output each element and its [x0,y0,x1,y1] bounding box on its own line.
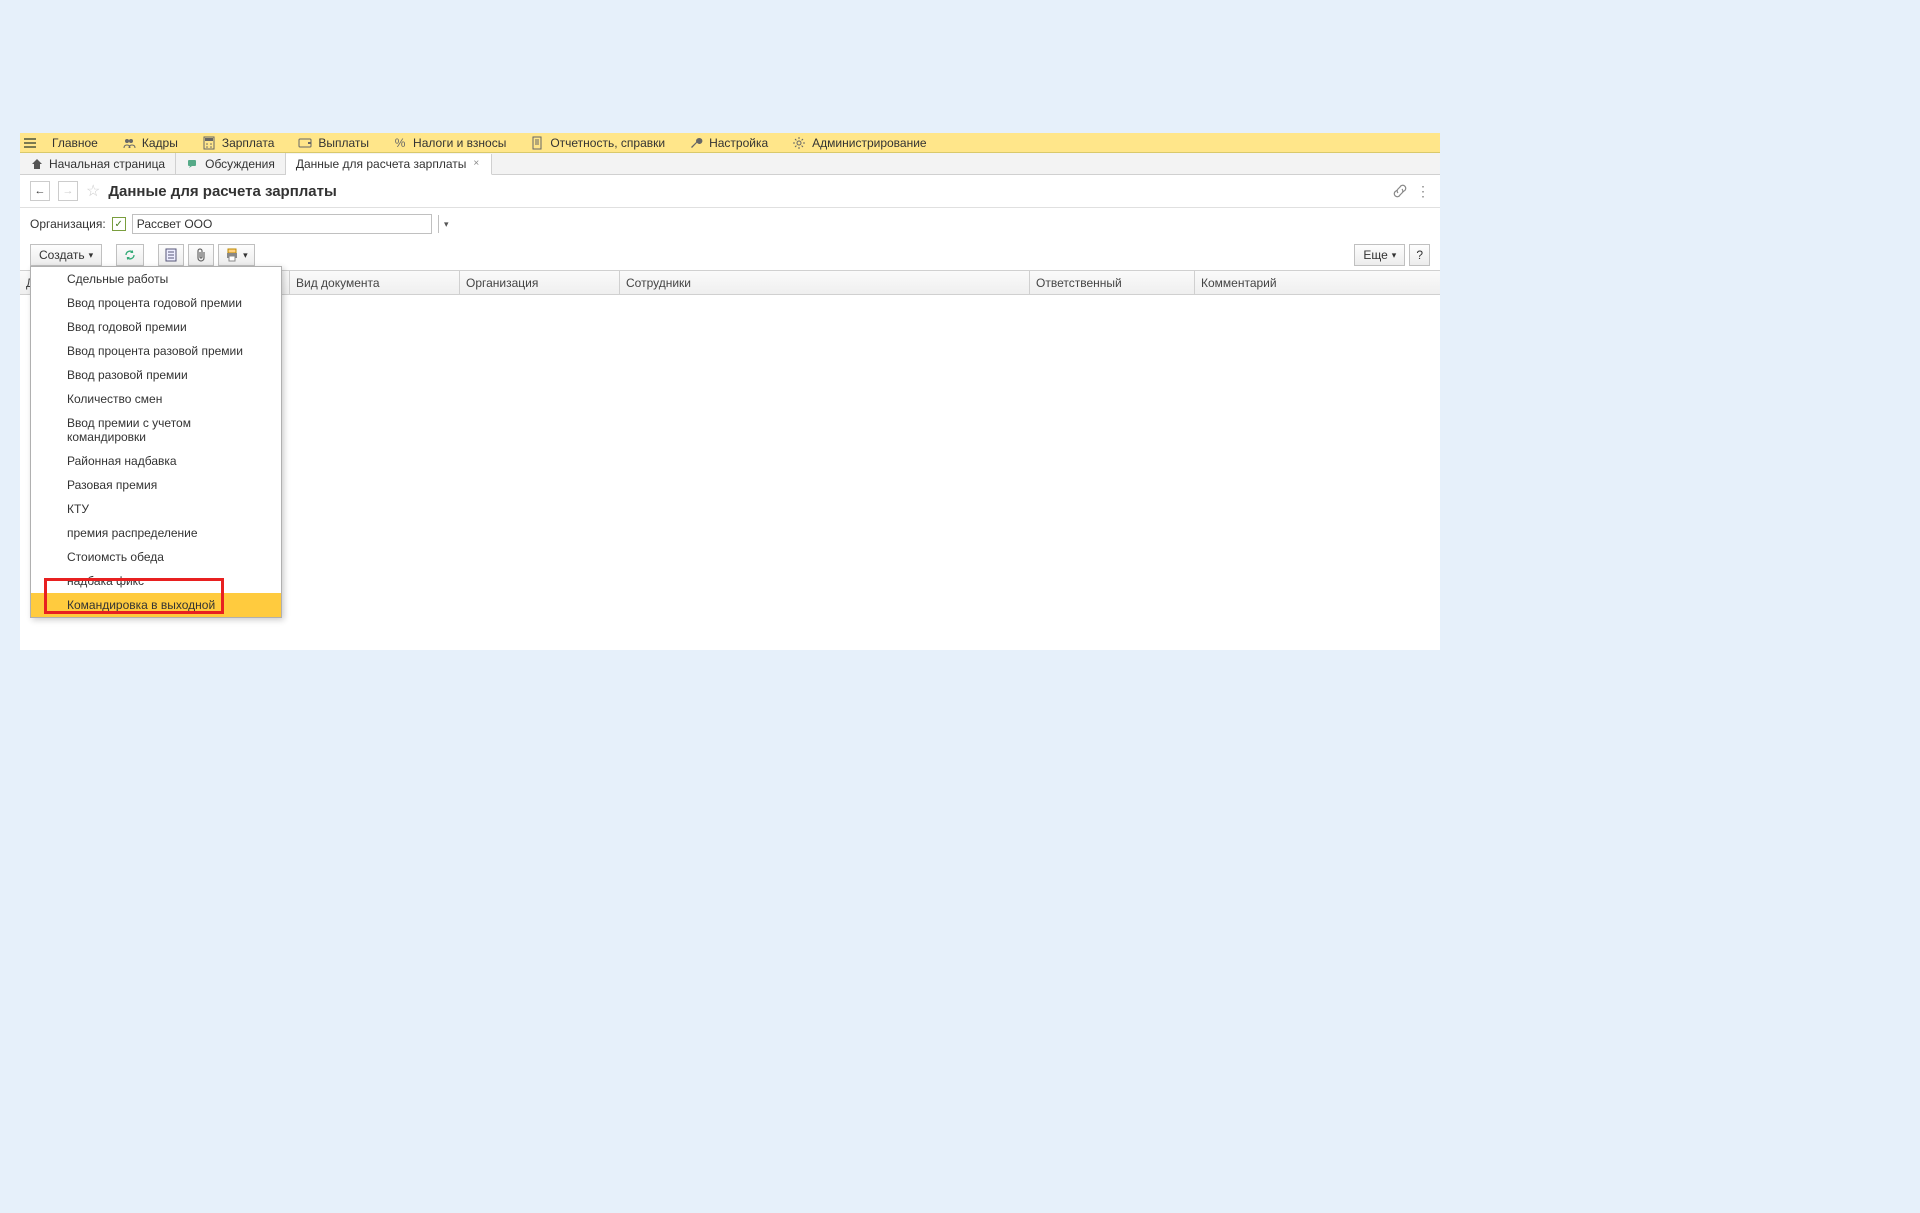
filter-row: Организация: ✓ Рассвет ООО ▾ [20,208,1440,240]
menu-item-zarplata[interactable]: Зарплата [190,133,287,152]
dropdown-item[interactable]: Ввод процента годовой премии [31,291,281,315]
list-view-button[interactable] [158,244,184,266]
menu-item-label: Отчетность, справки [550,136,665,150]
tab-label: Начальная страница [49,157,165,171]
nav-back-button[interactable]: ← [30,181,50,201]
chevron-down-icon: ▾ [1392,250,1397,261]
org-filter-checkbox[interactable]: ✓ [112,217,126,231]
more-vertical-icon[interactable]: ⋮ [1416,183,1430,200]
menu-item-label: Налоги и взносы [413,136,506,150]
app-window: Главное Кадры Зарплата Выплаты [20,133,1440,650]
dropdown-item[interactable]: Ввод годовой премии [31,315,281,339]
page-header: ← → ☆ Данные для расчета зарплаты ⋮ [20,175,1440,208]
main-menu-bar: Главное Кадры Зарплата Выплаты [20,133,1440,153]
dropdown-item[interactable]: Ввод разовой премии [31,363,281,387]
tab-salary-data[interactable]: Данные для расчета зарплаты × [286,154,492,175]
org-select-input[interactable]: Рассвет ООО [132,214,432,234]
print-button[interactable]: ▾ [218,244,255,266]
burger-menu-icon[interactable] [20,138,40,148]
print-icon [225,248,239,262]
menu-item-kadry[interactable]: Кадры [110,133,190,152]
tab-home[interactable]: Начальная страница [20,153,176,174]
tab-discussions[interactable]: Обсуждения [176,153,286,174]
link-icon[interactable] [1392,183,1408,199]
dropdown-item[interactable]: Районная надбавка [31,449,281,473]
tab-label: Данные для расчета зарплаты [296,157,467,171]
dropdown-item-highlighted[interactable]: Командировка в выходной [31,593,281,617]
toolbar: Создать ▾ [20,240,1440,270]
menu-item-label: Настройка [709,136,768,150]
people-icon [122,136,136,150]
menu-item-otchetnost[interactable]: Отчетность, справки [518,133,677,152]
dropdown-item[interactable]: надбака фикс [31,569,281,593]
favorite-star-icon[interactable]: ☆ [86,181,100,201]
attach-button[interactable] [188,244,214,266]
dropdown-item[interactable]: Ввод процента разовой премии [31,339,281,363]
org-select-dropdown-button[interactable]: ▾ [438,215,454,233]
menu-item-label: Кадры [142,136,178,150]
table-col-doctype[interactable]: Вид документа [290,271,460,294]
org-filter-label: Организация: [30,217,106,231]
chevron-down-icon: ▾ [243,250,248,261]
menu-item-main[interactable]: Главное [40,133,110,152]
wrench-icon [689,136,703,150]
calculator-icon [202,136,216,150]
dropdown-item[interactable]: Количество смен [31,387,281,411]
dropdown-item[interactable]: Сдельные работы [31,267,281,291]
dropdown-item[interactable]: КТУ [31,497,281,521]
table-col-org[interactable]: Организация [460,271,620,294]
refresh-icon [123,248,137,262]
dropdown-item[interactable]: Ввод премии с учетом командировки [31,411,281,449]
menu-item-nastroika[interactable]: Настройка [677,133,780,152]
create-button[interactable]: Создать ▾ [30,244,102,266]
help-button-label: ? [1416,248,1423,262]
more-button-label: Еще [1363,248,1387,262]
list-icon [165,248,177,262]
dropdown-item[interactable]: Стоиомсть обеда [31,545,281,569]
refresh-button[interactable] [116,244,144,266]
menu-item-label: Главное [52,136,98,150]
table-col-responsible[interactable]: Ответственный [1030,271,1195,294]
nav-forward-button[interactable]: → [58,181,78,201]
tabs-bar: Начальная страница Обсуждения Данные для… [20,153,1440,175]
create-dropdown-menu: Сдельные работы Ввод процента годовой пр… [30,266,282,618]
report-icon [530,136,544,150]
help-button[interactable]: ? [1409,244,1430,266]
create-button-label: Создать [39,248,85,262]
table-col-comment[interactable]: Комментарий [1195,271,1440,294]
gear-icon [792,136,806,150]
close-icon[interactable]: × [471,158,481,169]
more-button[interactable]: Еще ▾ [1354,244,1405,266]
menu-item-label: Выплаты [318,136,369,150]
menu-item-nalogi[interactable]: % Налоги и взносы [381,133,518,152]
home-icon [30,157,44,171]
chat-icon [186,157,200,171]
percent-icon: % [393,136,407,150]
menu-item-label: Администрирование [812,136,926,150]
org-select-value: Рассвет ООО [137,217,427,231]
page-title: Данные для расчета зарплаты [108,183,336,200]
dropdown-item[interactable]: Разовая премия [31,473,281,497]
table-col-employees[interactable]: Сотрудники [620,271,1030,294]
chevron-down-icon: ▾ [89,250,94,261]
tab-label: Обсуждения [205,157,275,171]
dropdown-item[interactable]: премия распределение [31,521,281,545]
menu-item-label: Зарплата [222,136,275,150]
menu-item-admin[interactable]: Администрирование [780,133,938,152]
menu-item-vyplaty[interactable]: Выплаты [286,133,381,152]
paperclip-icon [195,248,207,262]
wallet-icon [298,136,312,150]
